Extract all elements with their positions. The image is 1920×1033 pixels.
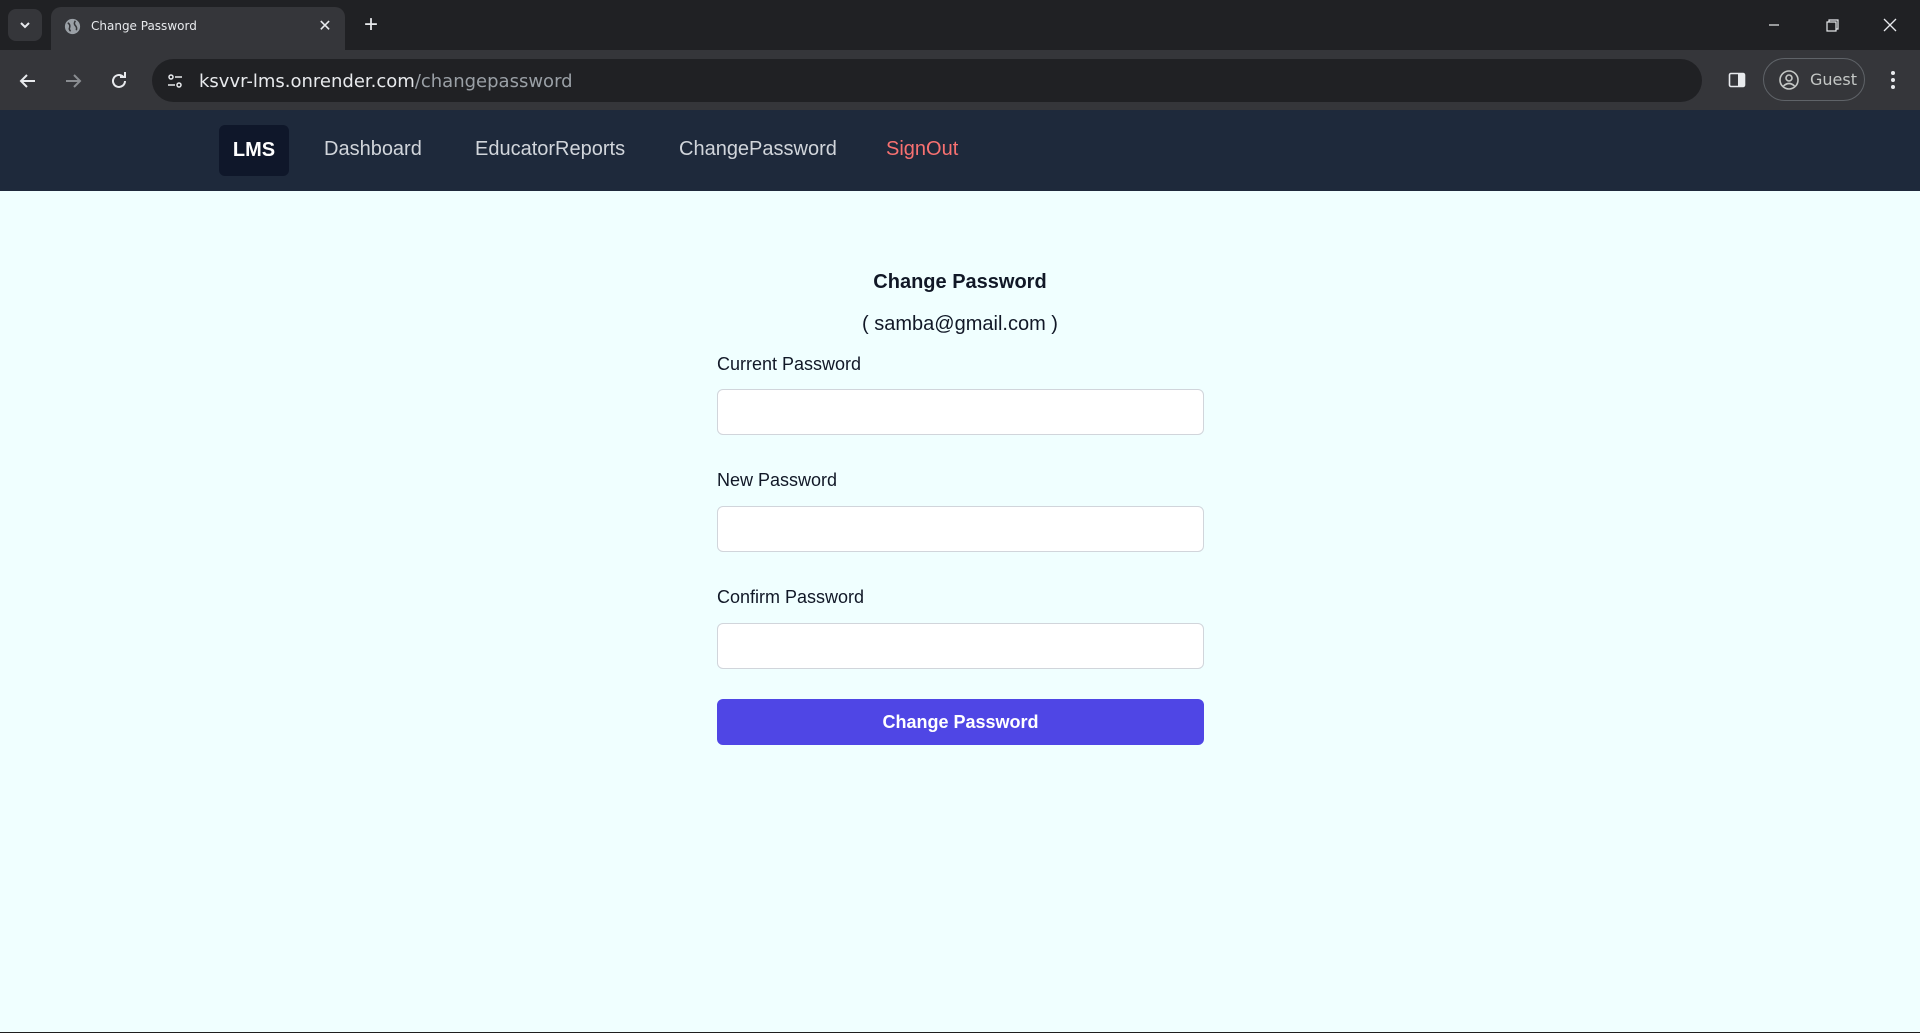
browser-tab[interactable]: Change Password ✕ (51, 7, 345, 50)
side-panel-icon[interactable] (1722, 65, 1752, 95)
main-content: Change Password ( samba@gmail.com ) Curr… (0, 191, 1920, 1033)
reload-icon[interactable] (103, 65, 135, 97)
profile-button[interactable]: Guest (1763, 58, 1865, 101)
change-password-button[interactable]: Change Password (717, 699, 1204, 745)
current-password-label: Current Password (717, 354, 862, 374)
nav-link-signout[interactable]: SignOut (886, 138, 958, 161)
current-password-input[interactable] (717, 389, 1204, 435)
tab-close-icon[interactable]: ✕ (315, 16, 335, 36)
restore-icon[interactable] (1812, 8, 1852, 42)
brand-logo[interactable]: LMS (219, 125, 289, 176)
tab-title: Change Password (91, 19, 197, 33)
globe-icon (64, 18, 81, 35)
browser-toolbar: ksvvr-lms.onrender.com/changepassword Gu… (0, 50, 1920, 110)
url-text[interactable]: ksvvr-lms.onrender.com/changepassword (199, 71, 573, 92)
chevron-down-icon (20, 22, 30, 29)
profile-label: Guest (1810, 70, 1857, 89)
nav-link-educator-reports[interactable]: EducatorReports (475, 138, 625, 161)
site-info-icon[interactable] (160, 66, 190, 96)
new-tab-icon[interactable]: + (357, 11, 385, 39)
address-bar[interactable]: ksvvr-lms.onrender.com/changepassword (152, 59, 1702, 102)
forward-icon[interactable] (57, 65, 89, 97)
url-host: ksvvr-lms.onrender.com (199, 71, 415, 92)
page-title: Change Password (873, 271, 1047, 293)
account-icon (1779, 69, 1799, 90)
kebab-menu-icon[interactable] (1878, 65, 1908, 95)
tab-search-button[interactable] (8, 9, 42, 41)
site-navbar: LMS Dashboard EducatorReports ChangePass… (0, 110, 1920, 191)
close-window-icon[interactable] (1870, 8, 1910, 42)
user-email: ( samba@gmail.com ) (862, 313, 1058, 335)
browser-tabstrip: Change Password ✕ + (0, 0, 1920, 50)
minimize-icon[interactable] (1754, 8, 1794, 42)
url-path: /changepassword (414, 71, 573, 92)
nav-link-dashboard[interactable]: Dashboard (324, 138, 422, 161)
back-icon[interactable] (12, 65, 44, 97)
nav-link-change-password[interactable]: ChangePassword (679, 138, 837, 161)
confirm-password-input[interactable] (717, 623, 1204, 669)
confirm-password-label: Confirm Password (717, 587, 865, 607)
new-password-input[interactable] (717, 506, 1204, 552)
new-password-label: New Password (717, 470, 838, 490)
